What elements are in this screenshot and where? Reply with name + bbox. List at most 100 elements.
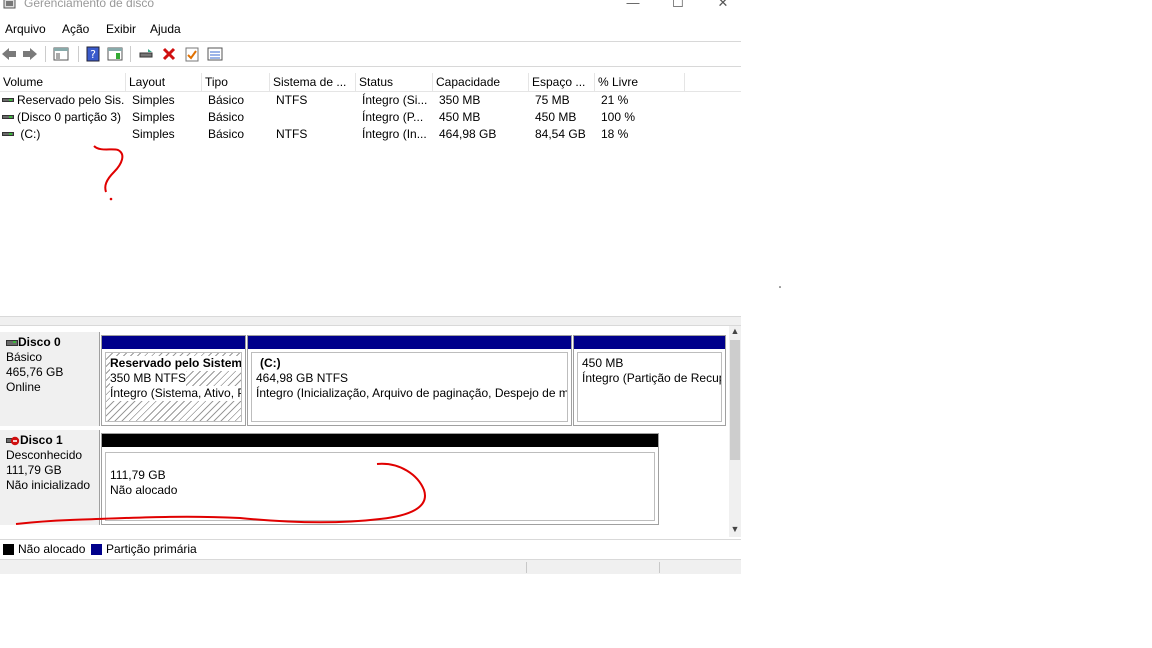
menu-ajuda[interactable]: Ajuda xyxy=(150,22,181,36)
disk-management-window: Gerenciamento de disco — ☐ ✕ Arquivo Açã… xyxy=(0,0,741,574)
partition-reserved[interactable]: Reservado pelo Sistema 350 MB NTFS Ínteg… xyxy=(101,335,246,426)
column-sistema[interactable]: Sistema de ... xyxy=(270,73,356,91)
disk-1-type: Desconhecido xyxy=(6,448,83,462)
partition-title: (C:) xyxy=(260,356,281,370)
console-tree-icon[interactable] xyxy=(52,45,70,63)
scroll-down-icon[interactable]: ▼ xyxy=(729,524,741,534)
primary-swatch xyxy=(91,544,102,555)
column-capacidade[interactable]: Capacidade xyxy=(433,73,529,91)
vertical-scrollbar[interactable]: ▲ ▼ xyxy=(729,326,741,537)
minimize-button[interactable]: — xyxy=(610,0,656,10)
partition-size: 350 MB NTFS xyxy=(110,371,187,386)
disk-graphical-view: Disco 0 Básico 465,76 GB Online Reservad… xyxy=(0,326,741,537)
window-title: Gerenciamento de disco xyxy=(24,0,155,10)
list-view-icon[interactable] xyxy=(206,45,224,63)
cell-volume: (Disco 0 partição 3) xyxy=(17,110,122,124)
column-livre[interactable]: % Livre xyxy=(595,73,685,91)
volume-list-header: Volume Layout Tipo Sistema de ... Status… xyxy=(0,73,741,92)
cell-layout: Simples xyxy=(132,93,175,107)
toolbar-separator xyxy=(45,46,46,62)
column-volume[interactable]: Volume xyxy=(0,73,126,91)
disk-0-state: Online xyxy=(6,380,41,394)
scroll-up-icon[interactable]: ▲ xyxy=(729,326,741,336)
cell-livre: 21 % xyxy=(601,93,629,107)
legend: Não alocado Partição primária xyxy=(0,539,741,559)
table-row[interactable]: Reservado pelo Sis... Simples Básico NTF… xyxy=(0,92,741,109)
primary-partition-bar xyxy=(248,336,571,349)
back-arrow-icon[interactable] xyxy=(0,45,18,63)
pane-splitter[interactable] xyxy=(0,316,741,326)
cell-status: Íntegro (In... xyxy=(362,127,427,141)
forward-arrow-icon[interactable] xyxy=(21,45,39,63)
properties-icon[interactable] xyxy=(106,45,124,63)
partition-body: 450 MB Íntegro (Partição de Recup xyxy=(577,352,722,422)
volume-list: Volume Layout Tipo Sistema de ... Status… xyxy=(0,73,741,316)
svg-text:?: ? xyxy=(90,48,96,61)
disk-0-row: Disco 0 Básico 465,76 GB Online Reservad… xyxy=(0,332,729,426)
cell-status: Íntegro (P... xyxy=(362,110,424,124)
partition-unallocated[interactable]: 111,79 GB Não alocado xyxy=(101,433,659,525)
cell-capacidade: 450 MB xyxy=(439,110,481,124)
legend-primary: Partição primária xyxy=(106,542,197,556)
disk-0-info[interactable]: Disco 0 Básico 465,76 GB Online xyxy=(0,332,100,426)
help-icon[interactable]: ? xyxy=(84,45,102,63)
cell-tipo: Básico xyxy=(208,127,245,141)
partition-status: Íntegro (Sistema, Ativo, P xyxy=(110,386,241,401)
menu-acao[interactable]: Ação xyxy=(62,22,89,36)
partition-recovery[interactable]: 450 MB Íntegro (Partição de Recup xyxy=(573,335,726,426)
status-divider xyxy=(659,562,660,573)
cell-livre: 18 % xyxy=(601,127,629,141)
cell-volume: (C:) xyxy=(17,127,41,141)
cell-status: Íntegro (Si... xyxy=(362,93,428,107)
disk-0-name: Disco 0 xyxy=(18,335,61,349)
menu-arquivo[interactable]: Arquivo xyxy=(5,22,46,36)
volume-icon xyxy=(2,132,14,136)
delete-icon[interactable] xyxy=(160,45,178,63)
status-bar xyxy=(0,559,741,574)
scroll-thumb[interactable] xyxy=(730,340,740,460)
disk-0-size: 465,76 GB xyxy=(6,365,64,379)
unallocated-swatch xyxy=(3,544,14,555)
cell-espaco: 75 MB xyxy=(535,93,570,107)
cell-espaco: 84,54 GB xyxy=(535,127,586,141)
disk-1-state: Não inicializado xyxy=(6,478,91,492)
partition-status: Não alocado xyxy=(110,483,178,497)
partition-status: Íntegro (Partição de Recup xyxy=(582,371,722,385)
column-tipo[interactable]: Tipo xyxy=(202,73,270,91)
maximize-button[interactable]: ☐ xyxy=(655,0,701,11)
disk-1-info[interactable]: Disco 1 Desconhecido 111,79 GB Não inici… xyxy=(0,430,100,525)
cell-layout: Simples xyxy=(132,127,175,141)
partition-c[interactable]: (C:) 464,98 GB NTFS Íntegro (Inicializaç… xyxy=(247,335,572,426)
volume-icon xyxy=(2,115,14,119)
primary-partition-bar xyxy=(102,336,245,349)
title-bar: Gerenciamento de disco — ☐ ✕ xyxy=(0,0,741,12)
primary-partition-bar xyxy=(574,336,725,349)
connect-icon[interactable] xyxy=(137,45,155,63)
status-divider xyxy=(526,562,527,573)
menu-bar: Arquivo Ação Exibir Ajuda xyxy=(0,19,741,42)
stray-dot xyxy=(779,286,781,288)
partition-title: Reservado pelo Sistema xyxy=(110,356,241,371)
volume-icon xyxy=(2,98,14,102)
partition-status: Íntegro (Inicialização, Arquivo de pagin… xyxy=(256,386,568,400)
cell-sistema: NTFS xyxy=(276,127,308,141)
column-layout[interactable]: Layout xyxy=(126,73,202,91)
cell-tipo: Básico xyxy=(208,110,245,124)
table-row[interactable]: (Disco 0 partição 3) Simples Básico Ínte… xyxy=(0,109,741,126)
menu-exibir[interactable]: Exibir xyxy=(106,22,136,36)
toolbar: ? xyxy=(0,42,741,67)
column-espaco[interactable]: Espaço ... xyxy=(529,73,595,91)
table-row[interactable]: (C:) Simples Básico NTFS Íntegro (In... … xyxy=(0,126,741,143)
toolbar-separator xyxy=(130,46,131,62)
partition-body: Reservado pelo Sistema 350 MB NTFS Ínteg… xyxy=(105,352,242,422)
disk-offline-icon xyxy=(6,437,20,446)
cell-livre: 100 % xyxy=(601,110,636,124)
cell-capacidade: 350 MB xyxy=(439,93,481,107)
close-button[interactable]: ✕ xyxy=(700,0,741,11)
disk-1-size: 111,79 GB xyxy=(6,463,62,477)
column-status[interactable]: Status xyxy=(356,73,433,91)
cell-sistema: NTFS xyxy=(276,93,308,107)
check-icon[interactable] xyxy=(183,45,201,63)
toolbar-separator xyxy=(78,46,79,62)
disk-0-type: Básico xyxy=(6,350,43,364)
